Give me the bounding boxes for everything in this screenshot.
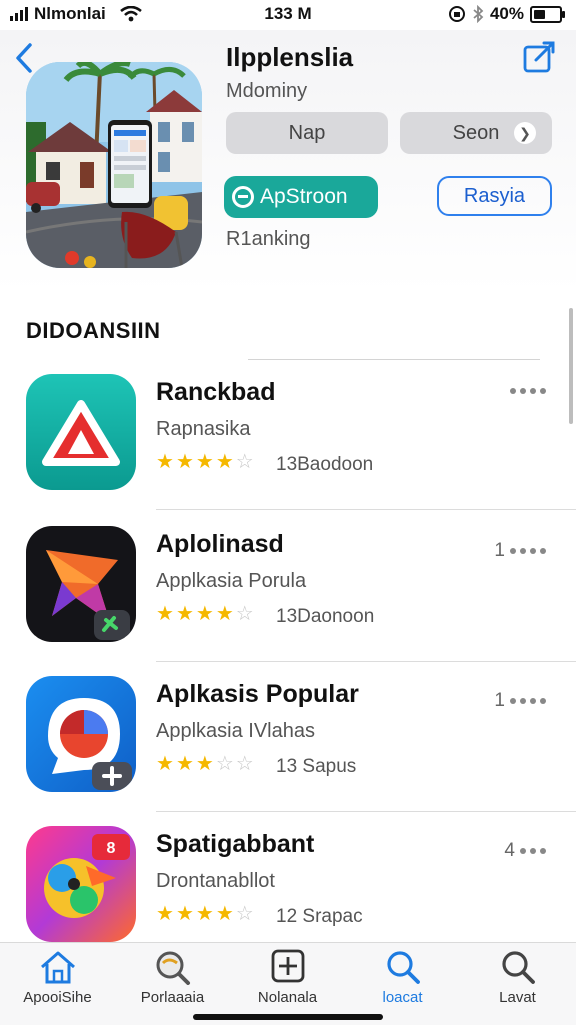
- app-icon-red-a: [26, 374, 136, 490]
- app-description: Applkasia Porula: [156, 570, 307, 592]
- tab-latest[interactable]: Lavat: [460, 949, 575, 1006]
- rank-number: 4: [504, 840, 515, 861]
- star-icon: ★: [175, 753, 194, 775]
- star-icon: ★: [215, 603, 234, 625]
- app-icon-chat-bubble: [26, 676, 136, 792]
- star-rating: ★ ★ ★ ★ ☆: [156, 904, 254, 924]
- battery-percent: 40%: [489, 4, 524, 23]
- category-pill-seon[interactable]: Seon ❯: [400, 112, 552, 154]
- star-rating: ★ ★ ★ ★ ☆: [156, 604, 254, 624]
- back-chevron-icon[interactable]: [12, 42, 36, 74]
- tab-label: ApooiSihe: [23, 989, 92, 1006]
- pill-nap-label: Nap: [288, 121, 326, 144]
- home-indicator[interactable]: [193, 1014, 383, 1020]
- star-rating: ★ ★ ★ ★ ☆: [156, 452, 254, 472]
- rank-number: 1: [494, 690, 505, 711]
- search-icon: [501, 951, 535, 984]
- star-rating: ★ ★ ★ ☆ ☆: [156, 754, 254, 774]
- rating-count: 12 Srapac: [276, 906, 363, 927]
- get-app-button[interactable]: ApStroon: [224, 176, 378, 218]
- ellipsis-icon[interactable]: [510, 388, 546, 394]
- star-icon: ★: [215, 903, 234, 925]
- svg-text:8: 8: [107, 840, 116, 857]
- ellipsis-icon[interactable]: [510, 548, 546, 554]
- rating-count: 13 Sapus: [276, 756, 357, 777]
- secondary-action-label: Rasyia: [463, 184, 526, 207]
- app-icon-star-arrow: [26, 526, 136, 642]
- get-app-label: ApStroon: [260, 185, 348, 208]
- star-icon: ☆: [235, 753, 254, 775]
- star-icon: ★: [175, 903, 194, 925]
- star-icon: ★: [195, 451, 214, 473]
- home-icon: [40, 951, 75, 984]
- tab-apps[interactable]: ApooiSihe: [0, 949, 115, 1006]
- app-name: Spatigabbant: [156, 830, 315, 858]
- tab-search-active[interactable]: loacat: [345, 949, 460, 1006]
- edit-share-icon[interactable]: [522, 40, 556, 74]
- pill-seon-label: Seon: [452, 121, 500, 144]
- rating-count: 13Daonoon: [276, 606, 375, 627]
- star-icon: ☆: [235, 451, 254, 473]
- more-options[interactable]: [505, 388, 546, 394]
- star-icon: ☆: [235, 903, 254, 925]
- app-description: Drontanabllot: [156, 870, 275, 892]
- tab-new[interactable]: Nolanala: [230, 949, 345, 1006]
- list-item[interactable]: 8 Spatigabbant Drontanabllot ★ ★ ★ ★ ☆ 12 Sr…: [0, 812, 576, 962]
- star-icon: ★: [195, 753, 214, 775]
- battery-level: [534, 9, 546, 19]
- section-title: DIDOANSIIN: [26, 318, 161, 343]
- status-right: 40%: [448, 4, 565, 24]
- category-pill-nap[interactable]: Nap: [226, 112, 388, 154]
- star-icon: ★: [215, 451, 234, 473]
- star-icon: ☆: [215, 753, 234, 775]
- app-name: Ranckbad: [156, 378, 276, 406]
- ellipsis-icon[interactable]: [510, 698, 546, 704]
- tab-label: Porlaaaia: [140, 989, 205, 1006]
- app-description: Applkasia IVlahas: [156, 720, 315, 742]
- status-bar: Nlmonlai 133 M 40%: [0, 0, 576, 30]
- list-item[interactable]: Aplolinasd Applkasia Porula ★ ★ ★ ★ ☆ 13Daon…: [0, 512, 576, 662]
- app-hero-image[interactable]: [26, 62, 202, 268]
- app-subtitle: Mdominy: [226, 80, 308, 102]
- search-globe-icon: [156, 951, 190, 985]
- star-icon: ★: [156, 903, 174, 925]
- tab-label: Lavat: [499, 989, 536, 1006]
- star-icon: ★: [156, 603, 174, 625]
- rank-number: 1: [494, 540, 505, 561]
- ellipsis-icon[interactable]: [520, 848, 546, 854]
- ranking-label: R1anking: [226, 228, 311, 250]
- app-description: Rapnasika: [156, 418, 251, 440]
- star-icon: ★: [175, 451, 194, 473]
- row-divider: [156, 509, 576, 510]
- star-icon: ★: [195, 603, 214, 625]
- star-icon: ★: [175, 603, 194, 625]
- tab-label: Nolanala: [257, 989, 318, 1006]
- star-icon: ★: [156, 753, 174, 775]
- list-item[interactable]: Ranckbad Rapnasika ★ ★ ★ ★ ☆ 13Baodoon: [0, 360, 576, 510]
- star-icon: ☆: [235, 603, 254, 625]
- more-options[interactable]: 1: [494, 690, 546, 712]
- secondary-action-button[interactable]: Rasyia: [437, 176, 552, 216]
- bluetooth-icon: [473, 5, 484, 23]
- app-name: Aplolinasd: [156, 530, 284, 558]
- tab-label: loacat: [382, 989, 423, 1006]
- list-item[interactable]: Aplkasis Popular Applkasia IVlahas ★ ★ ★ ☆ ☆…: [0, 662, 576, 812]
- app-title: Ilpplenslia: [226, 42, 354, 72]
- tab-bar: ApooiSihe Porlaaaia Nolanala loacat Lava…: [0, 942, 576, 1025]
- star-icon: ★: [156, 451, 174, 473]
- star-icon: ★: [195, 903, 214, 925]
- chevron-right-icon[interactable]: ❯: [514, 122, 536, 144]
- rating-count: 13Baodoon: [276, 454, 374, 475]
- search-icon: [386, 951, 420, 984]
- tab-popular[interactable]: Porlaaaia: [115, 949, 230, 1006]
- app-name: Aplkasis Popular: [156, 680, 359, 708]
- plus-square-icon: [271, 949, 304, 983]
- more-options[interactable]: 4: [504, 840, 546, 862]
- more-options[interactable]: 1: [494, 540, 546, 562]
- app-icon-colorful-bird: 8: [26, 826, 136, 942]
- battery-icon: [530, 5, 565, 23]
- orientation-lock-icon: [448, 6, 465, 22]
- app-store-logo-icon: [232, 186, 254, 208]
